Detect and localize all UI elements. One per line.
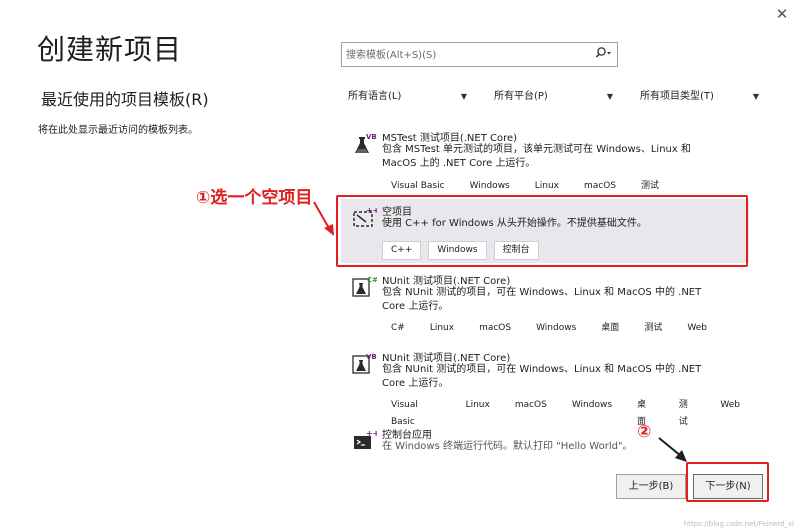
tag: Linux xyxy=(525,177,568,196)
template-name: NUnit 测试项目(.NET Core) xyxy=(382,276,511,287)
tag: Visual Basic xyxy=(382,396,450,427)
search-icon[interactable] xyxy=(595,46,613,63)
template-item-mstest[interactable]: VB MSTest 测试项目(.NET Core) 包含 MSTest 单元测试… xyxy=(341,125,749,196)
project-type-filter[interactable]: 所有项目类型(T) ▼ xyxy=(633,85,765,109)
tag: C# xyxy=(382,319,414,338)
page-title: 创建新项目 xyxy=(37,33,183,66)
template-tags: Visual Basic Windows Linux macOS 测试 xyxy=(382,177,669,196)
recent-templates-description: 将在此处显示最近访问的模板列表。 xyxy=(38,125,198,136)
template-tags: Visual Basic Linux macOS Windows 桌面 测试 W… xyxy=(382,396,749,427)
template-name: MSTest 测试项目(.NET Core) xyxy=(382,133,518,144)
template-description: 包含 MSTest 单元测试的项目，该单元测试可在 Windows、Linux … xyxy=(382,144,691,169)
tag: 桌面 xyxy=(628,396,663,427)
chevron-down-icon: ▼ xyxy=(752,92,759,101)
tag: Windows xyxy=(460,177,519,196)
tag: 测试 xyxy=(632,177,669,196)
tag: Linux xyxy=(420,319,464,338)
language-filter[interactable]: 所有语言(L) ▼ xyxy=(341,85,473,109)
annotation-step2-label: ② xyxy=(637,422,652,442)
console-cpp-icon: ++ xyxy=(351,428,379,452)
template-item-nunit-vb[interactable]: VB NUnit 测试项目(.NET Core) 包含 NUnit 测试的项目，… xyxy=(341,345,749,427)
tag: Windows xyxy=(562,396,622,415)
icon-badge: VB xyxy=(366,353,377,361)
platform-filter-label: 所有平台(P) xyxy=(494,91,548,102)
template-description: 包含 NUnit 测试的项目，可在 Windows、Linux 和 MacOS … xyxy=(382,287,702,312)
highlight-box-step2 xyxy=(686,462,769,502)
tag: 测试 xyxy=(635,319,672,338)
tag: 桌面 xyxy=(592,319,629,338)
tag: macOS xyxy=(575,177,626,196)
project-type-filter-label: 所有项目类型(T) xyxy=(640,91,714,102)
annotation-arrow-icon xyxy=(658,437,687,462)
annotation-arrow-icon xyxy=(313,201,334,236)
template-name: NUnit 测试项目(.NET Core) xyxy=(382,353,511,364)
template-tags: C# Linux macOS Windows 桌面 测试 Web xyxy=(382,319,716,338)
icon-badge: ++ xyxy=(366,429,377,438)
tag: 测试 xyxy=(669,396,705,427)
tag: Web xyxy=(678,319,716,338)
back-button[interactable]: 上一步(B) xyxy=(616,474,686,499)
highlight-box-step1 xyxy=(336,195,748,267)
template-description: 包含 NUnit 测试的项目，可在 Windows、Linux 和 MacOS … xyxy=(382,364,702,389)
recent-templates-heading: 最近使用的项目模板(R) xyxy=(41,90,209,109)
close-icon[interactable]: ✕ xyxy=(772,4,792,24)
language-filter-label: 所有语言(L) xyxy=(348,91,402,102)
tag: Web xyxy=(711,396,749,415)
icon-badge: C# xyxy=(367,276,377,284)
tag: macOS xyxy=(505,396,556,415)
platform-filter[interactable]: 所有平台(P) ▼ xyxy=(487,85,619,109)
icon-badge: VB xyxy=(366,133,377,141)
watermark: https://blog.csdn.net/Feinerd_xi xyxy=(683,520,794,528)
annotation-step1-label: ①选一个空项目 xyxy=(196,188,313,208)
search-input[interactable] xyxy=(344,45,588,66)
tag: Windows xyxy=(527,319,586,338)
tag: macOS xyxy=(470,319,521,338)
template-item-nunit-cs[interactable]: C# NUnit 测试项目(.NET Core) 包含 NUnit 测试的项目，… xyxy=(341,268,749,340)
chevron-down-icon: ▼ xyxy=(606,92,613,101)
chevron-down-icon: ▼ xyxy=(460,92,467,101)
flask-vb-icon: VB xyxy=(351,351,377,375)
flask-cs-icon: C# xyxy=(351,274,378,298)
template-name: 控制台应用 xyxy=(382,430,432,441)
tag: Linux xyxy=(456,396,499,415)
search-box[interactable] xyxy=(341,42,618,67)
tag: Visual Basic xyxy=(382,177,454,196)
flask-vb-icon: VB xyxy=(351,131,377,155)
